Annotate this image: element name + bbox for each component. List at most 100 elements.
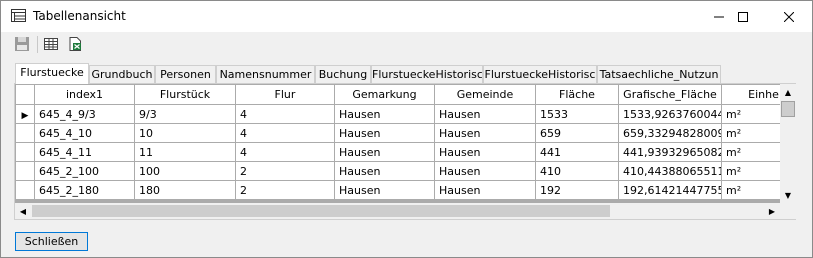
table-cell[interactable]: 1533 xyxy=(535,104,619,124)
table-cell[interactable]: 2 xyxy=(235,161,335,181)
column-header-flurstueck[interactable]: Flurstück xyxy=(134,84,236,105)
table-cell[interactable]: Hausen xyxy=(434,123,536,143)
table-cell[interactable]: m² xyxy=(721,180,780,200)
row-header[interactable] xyxy=(15,161,35,181)
table-cell[interactable]: 4 xyxy=(235,142,335,162)
table-cell[interactable]: Hausen xyxy=(334,161,435,181)
column-header-index1[interactable]: index1 xyxy=(34,84,135,105)
table-cell[interactable]: 645_4_10 xyxy=(34,123,135,143)
table-cell[interactable]: 192 xyxy=(535,180,619,200)
scroll-up-arrow-icon[interactable]: ▲ xyxy=(780,84,796,100)
column-header-flur[interactable]: Flur xyxy=(235,84,335,105)
table-cell[interactable]: m² xyxy=(721,142,780,162)
schliessen-button[interactable]: Schließen xyxy=(15,232,88,251)
table-row[interactable]: 645_2_100 100 2 Hausen Hausen 410 410,44… xyxy=(15,161,780,181)
table-cell[interactable]: 1533,9263760044 xyxy=(618,104,722,124)
tab-grundbuch[interactable]: Grundbuch xyxy=(89,65,155,83)
tab-label: Grundbuch xyxy=(91,68,153,81)
table-cell[interactable]: Hausen xyxy=(434,180,536,200)
table-row[interactable]: 645_4_10 10 4 Hausen Hausen 659 659,3329… xyxy=(15,123,780,143)
table-cell[interactable]: 180 xyxy=(134,180,236,200)
column-header-gemeinde[interactable]: Gemeinde xyxy=(434,84,536,105)
table-cell[interactable]: 645_4_11 xyxy=(34,142,135,162)
scrollbar-corner xyxy=(780,203,796,219)
table-grid-icon[interactable] xyxy=(43,36,59,52)
scroll-down-arrow-icon[interactable]: ▼ xyxy=(780,187,796,203)
table-cell[interactable]: 10 xyxy=(134,123,236,143)
grid-corner-header[interactable] xyxy=(15,84,35,105)
table-cell[interactable]: 659,33294828009 xyxy=(618,123,722,143)
table-cell[interactable]: 4 xyxy=(235,123,335,143)
tab-label: Tatsaechliche_Nutzun xyxy=(599,68,719,81)
horizontal-scroll-thumb[interactable] xyxy=(32,205,610,217)
data-grid[interactable]: index1 Flurstück Flur Gemarkung Gemeinde… xyxy=(15,84,780,203)
table-cell[interactable]: 100 xyxy=(134,161,236,181)
table-cell[interactable]: 2 xyxy=(235,180,335,200)
scroll-right-arrow-icon[interactable]: ▶ xyxy=(764,203,780,219)
table-window-icon xyxy=(11,9,26,22)
table-cell[interactable]: 4 xyxy=(235,104,335,124)
tab-flurstueckehistorisc-1[interactable]: FlurstueckeHistorisc xyxy=(371,65,483,83)
tabellenansicht-window: Tabellenansicht Flurstuecke Grundbuch Pe… xyxy=(0,0,813,258)
vertical-scroll-thumb[interactable] xyxy=(781,101,795,117)
column-header-grafische-flaeche[interactable]: Grafische_Fläche xyxy=(618,84,722,105)
table-cell[interactable]: 441 xyxy=(535,142,619,162)
tab-label: Personen xyxy=(160,68,211,81)
table-cell[interactable]: 645_2_100 xyxy=(34,161,135,181)
table-cell[interactable]: 645_4_9/3 xyxy=(34,104,135,124)
row-header[interactable] xyxy=(15,180,35,200)
table-cell[interactable]: Hausen xyxy=(334,104,435,124)
table-row[interactable]: 645_2_180 180 2 Hausen Hausen 192 192,61… xyxy=(15,180,780,200)
tab-namensnummer[interactable]: Namensnummer xyxy=(216,65,315,83)
table-cell[interactable]: Hausen xyxy=(434,104,536,124)
tab-label: Buchung xyxy=(318,68,368,81)
table-cell[interactable]: m² xyxy=(721,104,780,124)
title-bar[interactable]: Tabellenansicht xyxy=(1,1,812,32)
column-header-gemarkung[interactable]: Gemarkung xyxy=(334,84,435,105)
tab-buchung[interactable]: Buchung xyxy=(315,65,371,83)
tab-label: Flurstuecke xyxy=(20,66,84,79)
grid-header-row: index1 Flurstück Flur Gemarkung Gemeinde… xyxy=(15,84,780,105)
table-cell[interactable]: Hausen xyxy=(434,161,536,181)
table-cell[interactable]: 659 xyxy=(535,123,619,143)
table-cell[interactable]: Hausen xyxy=(334,180,435,200)
column-header-flaeche[interactable]: Fläche xyxy=(535,84,619,105)
save-icon[interactable] xyxy=(14,36,30,52)
table-cell[interactable]: Hausen xyxy=(434,142,536,162)
tab-personen[interactable]: Personen xyxy=(155,65,216,83)
table-cell[interactable]: 645_2_180 xyxy=(34,180,135,200)
current-row-arrow-icon: ▶ xyxy=(21,110,29,121)
tab-label: Namensnummer xyxy=(219,68,312,81)
table-cell[interactable]: 11 xyxy=(134,142,236,162)
table-cell[interactable]: 410 xyxy=(535,161,619,181)
table-cell[interactable]: m² xyxy=(721,161,780,181)
row-header[interactable] xyxy=(15,142,35,162)
row-header[interactable] xyxy=(15,123,35,143)
column-header-einheit[interactable]: Einhe xyxy=(721,84,780,105)
table-row[interactable]: 645_4_11 11 4 Hausen Hausen 441 441,9393… xyxy=(15,142,780,162)
horizontal-scrollbar[interactable]: ◀ ▶ xyxy=(15,203,780,219)
close-window-button[interactable] xyxy=(766,1,812,32)
close-icon xyxy=(784,11,794,22)
excel-export-icon[interactable] xyxy=(67,36,83,52)
tab-flurstuecke[interactable]: Flurstuecke xyxy=(15,63,89,84)
table-cell[interactable]: 410,44388065511 xyxy=(618,161,722,181)
maximize-icon xyxy=(738,11,748,22)
tab-flurstueckehistorisc-2[interactable]: FlurstueckeHistorisc xyxy=(483,65,597,83)
row-header-current[interactable]: ▶ xyxy=(15,104,35,124)
tab-strip: Flurstuecke Grundbuch Personen Namensnum… xyxy=(15,63,805,84)
tab-tatsaechliche-nutzun[interactable]: Tatsaechliche_Nutzun xyxy=(597,65,721,83)
table-row[interactable]: ▶ 645_4_9/3 9/3 4 Hausen Hausen 1533 153… xyxy=(15,104,780,124)
toolbar-separator xyxy=(37,36,38,53)
table-cell[interactable]: Hausen xyxy=(334,123,435,143)
vertical-scrollbar[interactable]: ▲ ▼ xyxy=(780,84,796,203)
table-cell[interactable]: m² xyxy=(721,123,780,143)
table-cell[interactable]: 9/3 xyxy=(134,104,236,124)
table-cell[interactable]: 192,61421447755 xyxy=(618,180,722,200)
tab-label: FlurstueckeHistorisc xyxy=(372,68,483,81)
table-cell[interactable]: 441,93932965082 xyxy=(618,142,722,162)
table-cell[interactable]: Hausen xyxy=(334,142,435,162)
maximize-button[interactable] xyxy=(720,1,766,32)
scroll-left-arrow-icon[interactable]: ◀ xyxy=(15,203,31,219)
window-title: Tabellenansicht xyxy=(33,9,126,23)
